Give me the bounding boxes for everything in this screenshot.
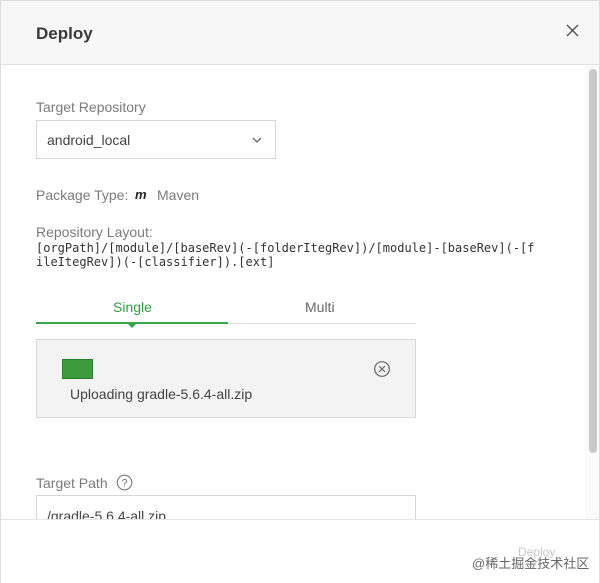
chevron-down-icon: [250, 133, 264, 147]
upload-status-text: Uploading gradle-5.6.4-all.zip: [70, 386, 253, 402]
package-type-label: Package Type:: [36, 187, 129, 203]
tab-multi[interactable]: Multi: [305, 299, 335, 315]
repository-layout-label: Repository Layout:: [36, 224, 153, 240]
target-path-label: Target Path: [36, 475, 108, 491]
upload-progress-bar: [62, 359, 93, 379]
dialog-title: Deploy: [36, 24, 93, 43]
question-circle-icon[interactable]: ?: [116, 474, 133, 491]
package-type-value: Maven: [157, 187, 200, 203]
watermark-text: @稀土掘金技术社区: [472, 556, 590, 571]
tab-single[interactable]: Single: [113, 299, 152, 315]
circle-x-icon[interactable]: [373, 360, 391, 378]
deploy-dialog: Deploy Target Repository android_local P…: [0, 0, 600, 583]
target-repository-select[interactable]: android_local: [36, 120, 276, 159]
svg-text:?: ?: [121, 477, 127, 489]
target-repository-value: android_local: [47, 132, 131, 148]
dialog-header: Deploy: [1, 1, 599, 65]
upload-panel: Uploading gradle-5.6.4-all.zip: [36, 339, 416, 418]
scrollbar-thumb[interactable]: [589, 69, 597, 453]
maven-icon: m: [135, 187, 147, 202]
dialog-footer: Deploy @稀土掘金技术社区: [1, 519, 599, 583]
repository-layout-value: [orgPath]/[module]/[baseRev](-[folderIte…: [36, 241, 535, 269]
close-icon[interactable]: [563, 21, 583, 41]
target-repository-label: Target Repository: [36, 99, 146, 115]
tab-active-caret: [127, 323, 137, 328]
